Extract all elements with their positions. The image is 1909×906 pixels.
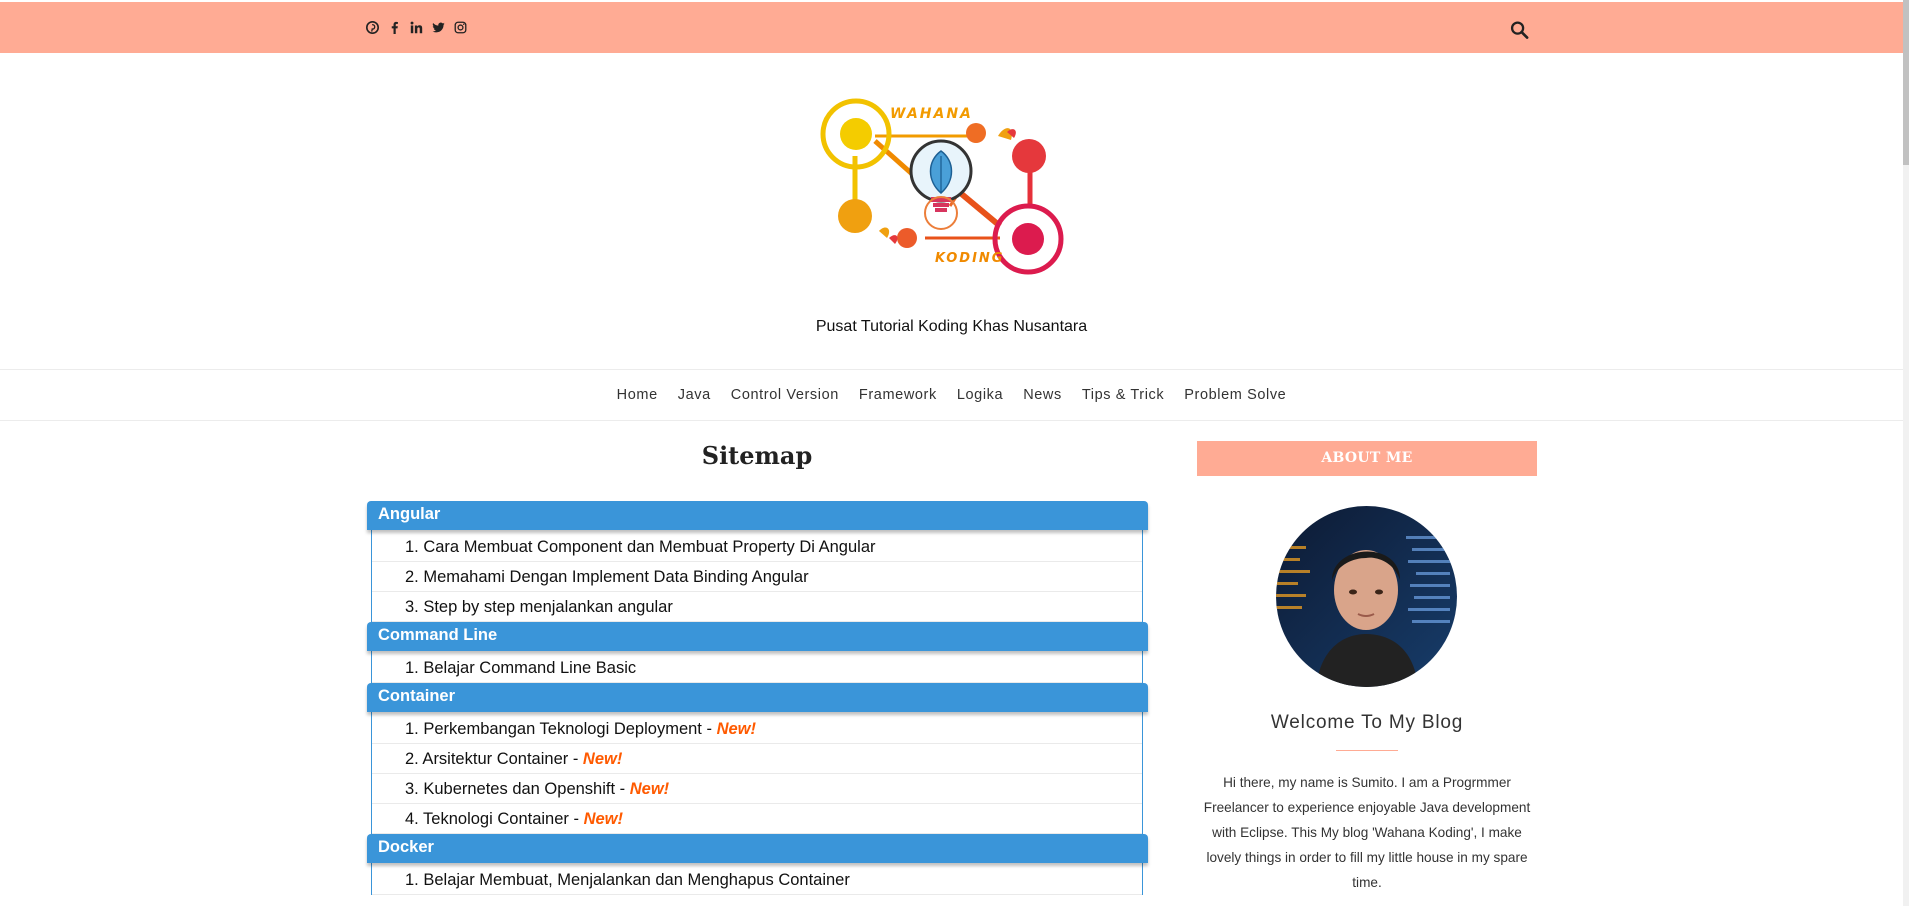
- sitemap-link[interactable]: 3. Kubernetes dan Openshift - New!: [372, 774, 1142, 804]
- logo-text-top: WAHANA: [890, 106, 973, 122]
- new-badge: New!: [629, 780, 670, 798]
- site-logo[interactable]: WAHANA KODING: [815, 96, 1070, 276]
- sitemap-link[interactable]: 3. Step by step menjalankan angular: [372, 592, 1142, 622]
- category-list-docker: 1. Belajar Membuat, Menjalankan dan Meng…: [371, 863, 1143, 895]
- nav-item-java[interactable]: Java: [668, 387, 721, 403]
- scrollbar-track[interactable]: [1903, 0, 1909, 906]
- sitemap-link[interactable]: 4. Teknologi Container - New!: [372, 804, 1142, 834]
- category-header-container[interactable]: Container: [367, 683, 1148, 712]
- sitemap-link-text[interactable]: 1. Perkembangan Teknologi Deployment: [405, 720, 702, 738]
- sitemap-list: Angular 1. Cara Membuat Component dan Me…: [367, 501, 1148, 895]
- instagram-icon[interactable]: [454, 21, 467, 34]
- pinterest-icon[interactable]: [366, 21, 379, 34]
- page-title: Sitemap: [701, 441, 813, 470]
- sitemap-link-text[interactable]: 1. Belajar Command Line Basic: [405, 659, 636, 677]
- nav-item-tips-trick[interactable]: Tips & Trick: [1072, 387, 1174, 403]
- sitemap-link[interactable]: 1. Belajar Command Line Basic: [372, 653, 1142, 683]
- divider: [1336, 750, 1398, 751]
- nav-item-home[interactable]: Home: [607, 387, 668, 403]
- profile-photo: [1276, 506, 1457, 687]
- sitemap-link-text[interactable]: 3. Step by step menjalankan angular: [405, 598, 673, 616]
- about-line: Freelancer to experience enjoyable Java …: [1203, 800, 1531, 815]
- sitemap-link-text[interactable]: 2. Arsitektur Container: [405, 750, 568, 768]
- sitemap-link-text[interactable]: 1. Cara Membuat Component dan Membuat Pr…: [405, 538, 876, 556]
- sitemap-link[interactable]: 2. Arsitektur Container - New!: [372, 744, 1142, 774]
- top-bar: [0, 2, 1903, 53]
- sitemap-link-text[interactable]: 2. Memahami Dengan Implement Data Bindin…: [405, 568, 809, 586]
- sitemap-link-text[interactable]: 3. Kubernetes dan Openshift: [405, 780, 615, 798]
- avatar: [1276, 506, 1457, 687]
- about-me-text: Hi there, my name is Sumito. I am a Prog…: [1197, 770, 1537, 895]
- sitemap-link[interactable]: 1. Perkembangan Teknologi Deployment - N…: [372, 714, 1142, 744]
- main-nav: Home Java Control Version Framework Logi…: [0, 369, 1903, 421]
- twitter-icon[interactable]: [432, 21, 445, 34]
- linkedin-icon[interactable]: [410, 21, 423, 34]
- scrollbar-thumb[interactable]: [1903, 0, 1909, 165]
- category-list-angular: 1. Cara Membuat Component dan Membuat Pr…: [371, 530, 1143, 622]
- sitemap-link[interactable]: 2. Memahami Dengan Implement Data Bindin…: [372, 562, 1142, 592]
- nav-item-problem-solve[interactable]: Problem Solve: [1174, 387, 1296, 403]
- category-list-container: 1. Perkembangan Teknologi Deployment - N…: [371, 712, 1143, 834]
- category-header-command-line[interactable]: Command Line: [367, 622, 1148, 651]
- sitemap-link[interactable]: 1. Cara Membuat Component dan Membuat Pr…: [372, 532, 1142, 562]
- welcome-heading: Welcome To My Blog: [1270, 712, 1464, 733]
- about-me-title: ABOUT ME: [1197, 441, 1537, 476]
- logo-text-bottom: KODING: [935, 251, 1004, 266]
- nav-item-news[interactable]: News: [1013, 387, 1072, 403]
- about-line: with Eclipse. This My blog 'Wahana Kodin…: [1212, 825, 1522, 840]
- new-badge: New!: [716, 720, 756, 738]
- search-icon[interactable]: [1510, 20, 1529, 40]
- about-line: time.: [1352, 875, 1382, 890]
- category-header-angular[interactable]: Angular: [367, 501, 1148, 530]
- category-list-command-line: 1. Belajar Command Line Basic: [371, 651, 1143, 683]
- sitemap-link-text[interactable]: 1. Belajar Membuat, Menjalankan dan Meng…: [405, 871, 850, 889]
- category-header-docker[interactable]: Docker: [367, 834, 1148, 863]
- about-line: lovely things in order to fill my little…: [1206, 850, 1528, 865]
- social-links: [366, 21, 467, 34]
- nav-item-framework[interactable]: Framework: [849, 387, 947, 403]
- nav-item-control-version[interactable]: Control Version: [721, 387, 849, 403]
- facebook-icon[interactable]: [388, 21, 401, 34]
- site-tagline: Pusat Tutorial Koding Khas Nusantara: [815, 318, 1088, 335]
- sitemap-link-text[interactable]: 4. Teknologi Container: [405, 810, 569, 828]
- about-line: Hi there, my name is Sumito. I am a Prog…: [1223, 775, 1511, 790]
- new-badge: New!: [582, 750, 623, 768]
- new-badge: New!: [583, 810, 623, 828]
- sitemap-link[interactable]: 1. Belajar Membuat, Menjalankan dan Meng…: [372, 865, 1142, 895]
- nav-item-logika[interactable]: Logika: [947, 387, 1013, 403]
